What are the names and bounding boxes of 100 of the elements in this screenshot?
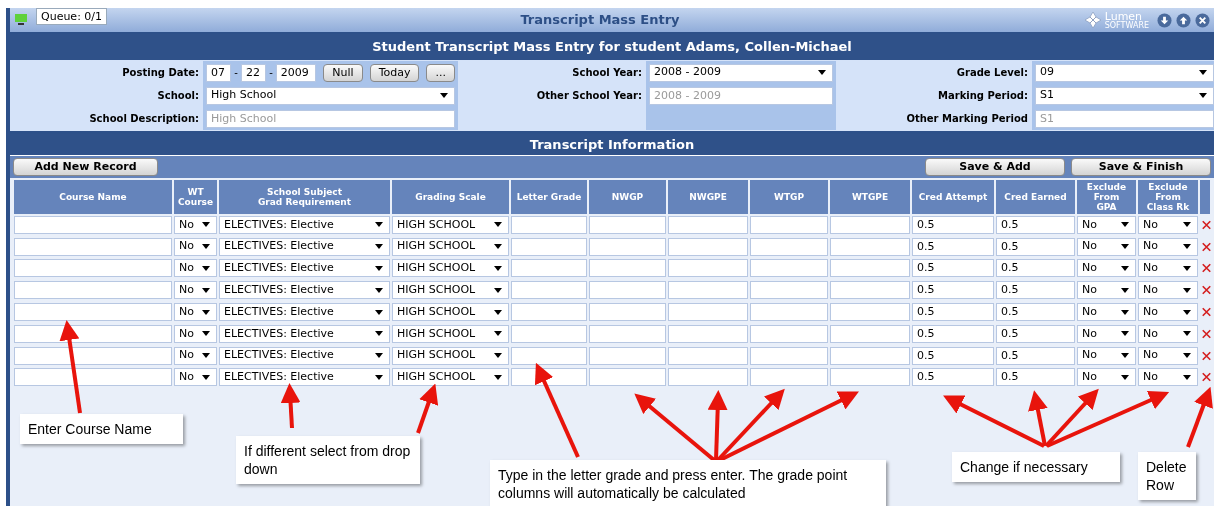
marking-period-select[interactable]: S1	[1035, 86, 1214, 105]
subject-select[interactable]: ELECTIVES: Elective	[219, 215, 390, 234]
course-name-field[interactable]	[14, 346, 172, 365]
day-field[interactable]: 22	[240, 63, 267, 82]
school-year-select[interactable]: 2008 - 2009	[649, 63, 833, 82]
grade-point-field[interactable]	[750, 303, 828, 322]
exclude-gpa-select[interactable]: No	[1077, 303, 1136, 322]
exclude-gpa-select[interactable]: No	[1077, 324, 1136, 343]
cred-earned-field[interactable]: 0.5	[996, 259, 1075, 278]
subject-select[interactable]: ELECTIVES: Elective	[219, 281, 390, 300]
cred-earned-field[interactable]: 0.5	[996, 346, 1075, 365]
grading-scale-select[interactable]: HIGH SCHOOL	[392, 346, 509, 365]
letter-grade-field[interactable]	[511, 346, 587, 365]
letter-grade-field[interactable]	[511, 324, 587, 343]
subject-select[interactable]: ELECTIVES: Elective	[219, 368, 390, 387]
grade-point-field[interactable]	[589, 303, 666, 322]
wt-course-select[interactable]: No	[174, 259, 217, 278]
exclude-gpa-select[interactable]: No	[1077, 237, 1136, 256]
cred-attempt-field[interactable]: 0.5	[912, 303, 994, 322]
arrow-down-icon[interactable]	[1157, 12, 1172, 28]
cred-attempt-field[interactable]: 0.5	[912, 259, 994, 278]
course-name-field[interactable]	[14, 237, 172, 256]
grade-point-field[interactable]	[668, 303, 748, 322]
grade-point-field[interactable]	[668, 324, 748, 343]
delete-icon[interactable]	[1202, 218, 1211, 231]
exclude-gpa-select[interactable]: No	[1077, 281, 1136, 300]
arrow-up-icon[interactable]	[1176, 12, 1191, 28]
cred-attempt-field[interactable]: 0.5	[912, 237, 994, 256]
grade-point-field[interactable]	[750, 281, 828, 300]
exclude-rank-select[interactable]: No	[1138, 368, 1198, 387]
delete-icon[interactable]	[1202, 349, 1211, 362]
wt-course-select[interactable]: No	[174, 368, 217, 387]
cred-earned-field[interactable]: 0.5	[996, 368, 1075, 387]
grading-scale-select[interactable]: HIGH SCHOOL	[392, 368, 509, 387]
grade-point-field[interactable]	[589, 281, 666, 300]
grade-point-field[interactable]	[750, 324, 828, 343]
grade-point-field[interactable]	[750, 259, 828, 278]
course-name-field[interactable]	[14, 259, 172, 278]
grading-scale-select[interactable]: HIGH SCHOOL	[392, 237, 509, 256]
grade-point-field[interactable]	[830, 259, 910, 278]
exclude-rank-select[interactable]: No	[1138, 324, 1198, 343]
subject-select[interactable]: ELECTIVES: Elective	[219, 259, 390, 278]
save-button[interactable]: Save & Add	[925, 158, 1065, 176]
letter-grade-field[interactable]	[511, 237, 587, 256]
delete-icon[interactable]	[1202, 327, 1211, 340]
grade-point-field[interactable]	[668, 259, 748, 278]
grade-point-field[interactable]	[750, 368, 828, 387]
cred-earned-field[interactable]: 0.5	[996, 303, 1075, 322]
course-name-field[interactable]	[14, 303, 172, 322]
grade-point-field[interactable]	[589, 368, 666, 387]
letter-grade-field[interactable]	[511, 281, 587, 300]
cred-attempt-field[interactable]: 0.5	[912, 368, 994, 387]
course-name-field[interactable]	[14, 281, 172, 300]
grade-point-field[interactable]	[830, 368, 910, 387]
letter-grade-field[interactable]	[511, 303, 587, 322]
exclude-rank-select[interactable]: No	[1138, 237, 1198, 256]
cred-attempt-field[interactable]: 0.5	[912, 215, 994, 234]
cred-earned-field[interactable]: 0.5	[996, 281, 1075, 300]
cred-attempt-field[interactable]: 0.5	[912, 324, 994, 343]
wt-course-select[interactable]: No	[174, 281, 217, 300]
grade-point-field[interactable]	[589, 237, 666, 256]
subject-select[interactable]: ELECTIVES: Elective	[219, 303, 390, 322]
delete-icon[interactable]	[1202, 371, 1211, 384]
month-field[interactable]: 07	[206, 63, 232, 82]
grade-point-field[interactable]	[589, 215, 666, 234]
grading-scale-select[interactable]: HIGH SCHOOL	[392, 324, 509, 343]
wt-course-select[interactable]: No	[174, 237, 217, 256]
wt-course-select[interactable]: No	[174, 346, 217, 365]
grade-level-select[interactable]: 09	[1035, 63, 1214, 82]
subject-select[interactable]: ELECTIVES: Elective	[219, 324, 390, 343]
course-name-field[interactable]	[14, 368, 172, 387]
course-name-field[interactable]	[14, 324, 172, 343]
close-icon[interactable]	[1195, 12, 1210, 28]
delete-icon[interactable]	[1202, 306, 1211, 319]
delete-icon[interactable]	[1202, 284, 1211, 297]
grade-point-field[interactable]	[589, 346, 666, 365]
exclude-gpa-select[interactable]: No	[1077, 215, 1136, 234]
grade-point-field[interactable]	[750, 215, 828, 234]
grade-point-field[interactable]	[668, 281, 748, 300]
grade-point-field[interactable]	[668, 368, 748, 387]
wt-course-select[interactable]: No	[174, 324, 217, 343]
subject-select[interactable]: ELECTIVES: Elective	[219, 237, 390, 256]
grade-point-field[interactable]	[668, 237, 748, 256]
grade-point-field[interactable]	[830, 215, 910, 234]
school-select[interactable]: High School	[206, 86, 455, 105]
date-button[interactable]: ...	[426, 63, 455, 82]
exclude-rank-select[interactable]: No	[1138, 215, 1198, 234]
queue-tab[interactable]: Queue: 0/1	[36, 8, 108, 25]
grade-point-field[interactable]	[830, 303, 910, 322]
delete-icon[interactable]	[1202, 240, 1211, 253]
exclude-rank-select[interactable]: No	[1138, 259, 1198, 278]
grading-scale-select[interactable]: HIGH SCHOOL	[392, 259, 509, 278]
wt-course-select[interactable]: No	[174, 215, 217, 234]
grade-point-field[interactable]	[750, 237, 828, 256]
grade-point-field[interactable]	[830, 324, 910, 343]
grading-scale-select[interactable]: HIGH SCHOOL	[392, 281, 509, 300]
course-name-field[interactable]	[14, 215, 172, 234]
wt-course-select[interactable]: No	[174, 303, 217, 322]
date-button[interactable]: Null	[323, 63, 363, 82]
cred-attempt-field[interactable]: 0.5	[912, 281, 994, 300]
